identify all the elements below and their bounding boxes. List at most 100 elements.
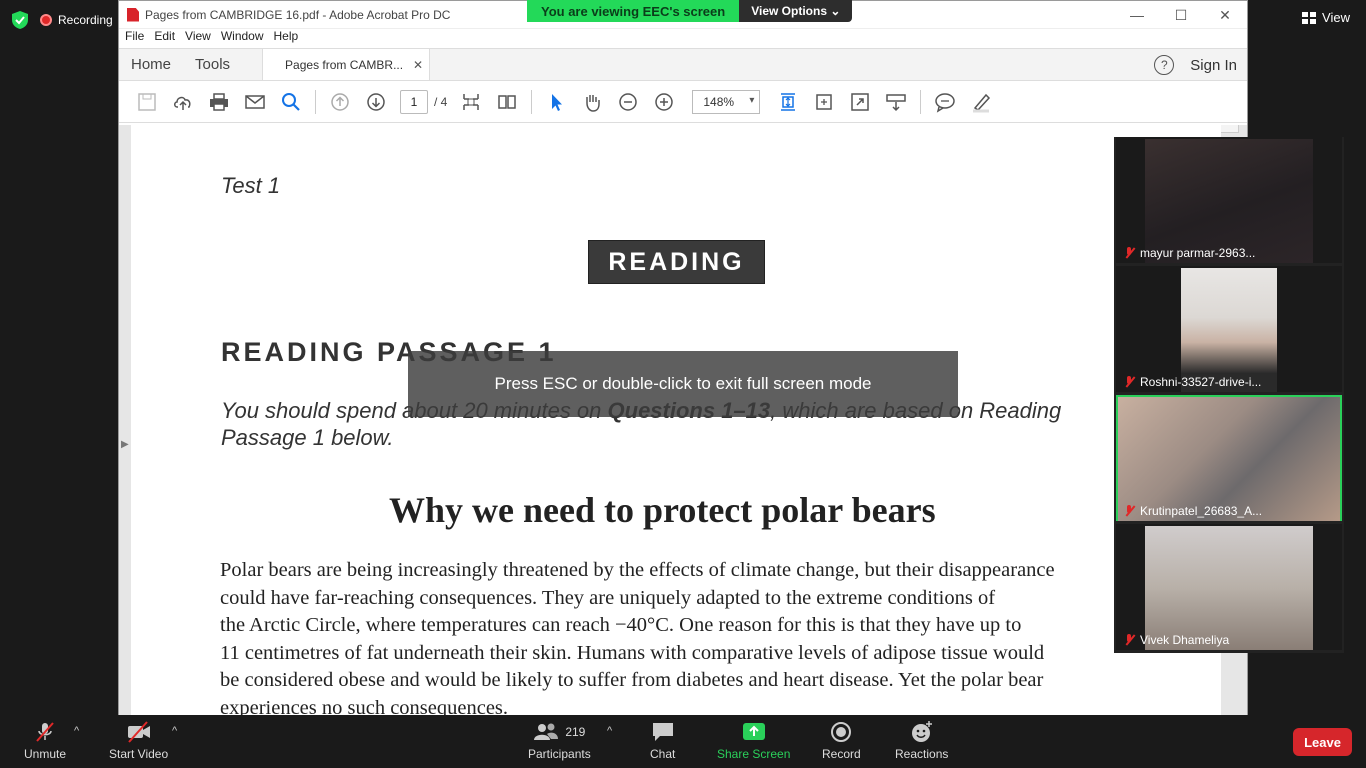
participant-tile-active[interactable]: Krutinpatel_26683_A... [1116, 395, 1342, 521]
tab-home[interactable]: Home [119, 49, 183, 80]
participant-name: Vivek Dhameliya [1140, 633, 1230, 647]
participant-tile[interactable]: mayur parmar-2963... [1116, 137, 1342, 263]
highlight-pen-icon[interactable] [963, 87, 999, 117]
video-options-caret-icon[interactable]: ^ [172, 725, 177, 737]
scroll-mode-icon[interactable] [770, 87, 806, 117]
body-line: be considered obese and would be likely … [220, 669, 1044, 691]
participants-icon: 219 [533, 721, 585, 743]
participant-name-tag: Krutinpatel_26683_A... [1124, 504, 1262, 518]
participant-name: Krutinpatel_26683_A... [1140, 504, 1263, 518]
participant-name-tag: Vivek Dhameliya [1124, 633, 1229, 647]
pdf-file-icon [127, 7, 139, 22]
participant-name: mayur parmar-2963... [1140, 246, 1256, 260]
mic-muted-icon [1124, 247, 1134, 259]
zoom-out-icon[interactable] [610, 87, 646, 117]
participant-tile[interactable]: Roshni-33527-drive-i... [1116, 266, 1342, 392]
participant-video [1145, 139, 1313, 263]
doc-tab-label: Pages from CAMBR... [285, 58, 404, 72]
fit-page-icon[interactable] [453, 87, 489, 117]
start-video-button[interactable]: Start Video [109, 721, 168, 761]
chat-button[interactable]: Chat [650, 721, 675, 761]
menu-help[interactable]: Help [272, 29, 307, 48]
mic-muted-icon [1124, 505, 1134, 517]
help-icon[interactable]: ? [1154, 55, 1175, 75]
rotate-view-icon[interactable] [806, 87, 842, 117]
audio-options-caret-icon[interactable]: ^ [74, 725, 79, 737]
record-label: Record [822, 747, 861, 761]
read-mode-icon[interactable] [878, 87, 914, 117]
scrollbar[interactable] [1219, 125, 1239, 133]
unmute-label: Unmute [24, 747, 67, 761]
share-screen-label: Share Screen [717, 747, 791, 761]
zoom-screen: { "zoom": { "recording_label": "Recordin… [0, 0, 1366, 768]
menu-edit[interactable]: Edit [152, 29, 183, 48]
body-line: experiences no such consequences. [220, 696, 509, 717]
previous-page-icon[interactable] [322, 87, 358, 117]
grid-icon [1302, 11, 1317, 24]
view-label: View [1322, 10, 1350, 25]
hand-tool-icon[interactable] [574, 87, 610, 117]
body-line: Polar bears are being increasingly threa… [220, 559, 1055, 581]
body-line: could have far-reaching consequences. Th… [220, 586, 996, 609]
recording-indicator[interactable]: Recording [40, 13, 113, 27]
record-button[interactable]: Record [822, 721, 861, 761]
record-icon [830, 721, 852, 743]
encryption-shield-icon[interactable] [12, 11, 28, 29]
minimize-button[interactable]: — [1115, 1, 1159, 29]
tab-tools[interactable]: Tools [183, 49, 242, 80]
sign-in-link[interactable]: Sign In [1190, 57, 1237, 74]
email-icon[interactable] [237, 87, 273, 117]
share-screen-button[interactable]: Share Screen [717, 721, 790, 761]
body-line: the Arctic Circle, where temperatures ca… [220, 614, 1022, 636]
two-page-view-icon[interactable] [489, 87, 525, 117]
chevron-down-icon: ⌄ [830, 4, 841, 18]
tabbar-right: ? Sign In [1154, 55, 1237, 75]
article-title: Why we need to protect polar bears [389, 490, 936, 530]
tab-document[interactable]: Pages from CAMBR... ✕ [262, 49, 431, 80]
print-icon[interactable] [201, 87, 237, 117]
view-button[interactable]: View [1302, 10, 1350, 25]
participants-button[interactable]: 219 Participants [528, 721, 591, 761]
close-button[interactable]: ✕ [1203, 1, 1247, 29]
maximize-button[interactable]: ☐ [1159, 1, 1203, 29]
close-tab-icon[interactable]: ✕ [413, 58, 423, 72]
save-icon[interactable] [129, 87, 165, 117]
toolbar: 1 / 4 148% [119, 81, 1247, 123]
select-tool-icon[interactable] [538, 87, 574, 117]
zoom-in-icon[interactable] [646, 87, 682, 117]
leave-button[interactable]: Leave [1293, 728, 1352, 756]
side-panel-toggle-icon[interactable]: ▶ [121, 439, 129, 450]
window-controls: — ☐ ✕ [1115, 1, 1247, 29]
participant-tile[interactable]: Vivek Dhameliya [1116, 524, 1342, 650]
tab-bar: Home Tools Pages from CAMBR... ✕ ? Sign … [119, 48, 1247, 81]
record-dot-icon [40, 14, 52, 26]
search-icon[interactable] [273, 87, 309, 117]
reactions-icon [910, 721, 934, 743]
menu-window[interactable]: Window [219, 29, 272, 48]
full-screen-icon[interactable] [842, 87, 878, 117]
participant-name-tag: mayur parmar-2963... [1124, 246, 1255, 260]
reactions-label: Reactions [895, 747, 949, 761]
unmute-button[interactable]: Unmute [24, 721, 66, 761]
participants-options-caret-icon[interactable]: ^ [607, 725, 612, 737]
participants-count: 219 [565, 725, 586, 739]
document-area[interactable]: ▶ Test 1 READING READING PASSAGE 1 You s… [119, 125, 1247, 716]
next-page-icon[interactable] [358, 87, 394, 117]
toolbar-separator [315, 89, 316, 114]
comment-icon[interactable] [927, 87, 963, 117]
meeting-controls: Unmute ^ Start Video ^ 219 Participants … [0, 715, 1366, 768]
article-body: Polar bears are being increasingly threa… [220, 557, 1120, 716]
test-label: Test 1 [221, 173, 281, 198]
window-title: Pages from CAMBRIDGE 16.pdf - Adobe Acro… [145, 7, 451, 22]
recording-label: Recording [58, 13, 113, 27]
zoom-level-select[interactable]: 148% [692, 89, 761, 114]
view-options-button[interactable]: View Options ⌄ [739, 0, 853, 22]
participants-label: Participants [528, 747, 591, 761]
menu-file[interactable]: File [123, 29, 152, 48]
menu-view[interactable]: View [183, 29, 219, 48]
page-number-input[interactable]: 1 [400, 89, 428, 114]
reactions-button[interactable]: Reactions [895, 721, 948, 761]
cloud-upload-icon[interactable] [165, 87, 201, 117]
toolbar-separator [920, 89, 922, 114]
menu-bar: File Edit View Window Help [119, 29, 1247, 48]
